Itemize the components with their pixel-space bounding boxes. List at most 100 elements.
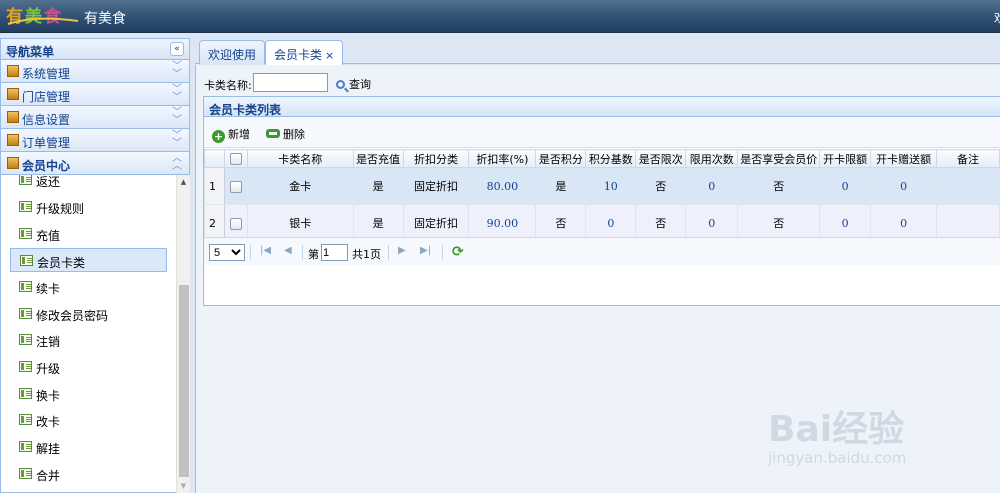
column-header[interactable]: 是否充值 xyxy=(352,149,404,168)
row-number: 1 xyxy=(204,167,225,205)
checkbox-icon xyxy=(229,217,242,230)
app-title: 有美食 xyxy=(84,11,126,27)
row-number: 2 xyxy=(204,204,225,242)
nav-item-label: 换卡 xyxy=(36,389,61,403)
last-page-icon[interactable]: ▶| xyxy=(420,245,431,256)
list-icon xyxy=(19,441,32,452)
table-cell: 90.00 xyxy=(468,204,537,242)
nav-item-replace-card[interactable]: 换卡 xyxy=(10,382,167,406)
checkbox-icon xyxy=(229,180,242,193)
nav-item-recharge[interactable]: 充值 xyxy=(10,222,167,246)
table-row[interactable]: 2 银卡 是 固定折扣 90.00 否 0 否 0 否 0 0 xyxy=(204,204,1000,242)
table-cell: 否 xyxy=(635,204,687,242)
column-header[interactable]: 限用次数 xyxy=(685,149,739,168)
chevron-down-icon[interactable]: ﹀ ﹀ xyxy=(172,62,182,80)
table-cell: 否 xyxy=(535,204,587,242)
delete-button[interactable]: 删除 xyxy=(266,126,305,142)
add-button[interactable]: + 新增 xyxy=(212,126,250,143)
nav-scrollbar[interactable]: ▲ ▼ xyxy=(176,175,190,493)
nav-item-upgrade[interactable]: 升级 xyxy=(10,355,167,379)
next-page-icon[interactable]: ▶ xyxy=(398,245,406,256)
checkbox-icon xyxy=(229,153,242,165)
row-number-header xyxy=(204,149,225,168)
chevron-up-icon[interactable]: ︿ ︿ xyxy=(172,154,182,172)
list-icon xyxy=(19,414,32,425)
column-header[interactable]: 开卡赠送额 xyxy=(870,149,938,168)
baidu-watermark: Bai经验 jingyan.baidu.com xyxy=(768,385,998,475)
nav-item-upgrade-rules[interactable]: 升级规则 xyxy=(10,195,167,219)
scroll-down-arrow-icon[interactable]: ▼ xyxy=(177,479,190,493)
nav-group-info[interactable]: 信息设置 ﹀ ﹀ xyxy=(1,106,189,129)
nav-panel: 导航菜单 « 系统管理 ﹀ ﹀ 门店管理 ﹀ ﹀ 信息设置 ﹀ ﹀ 订单管理 ﹀ ﹀ 会… xyxy=(0,38,190,493)
select-all-checkbox[interactable] xyxy=(223,149,248,168)
page-size-select[interactable]: 5 xyxy=(209,244,245,261)
chevron-down-icon[interactable]: ﹀ ﹀ xyxy=(172,131,182,149)
nav-group-label: 系统管理 xyxy=(22,67,71,81)
column-header[interactable]: 积分基数 xyxy=(585,149,637,168)
card-name-input[interactable] xyxy=(253,73,328,92)
folder-icon xyxy=(7,157,19,169)
svg-text:食: 食 xyxy=(44,6,62,27)
prev-page-icon[interactable]: ◀ xyxy=(284,245,292,256)
refresh-icon[interactable]: ⟳ xyxy=(452,245,466,259)
pager-divider xyxy=(302,245,303,260)
first-page-icon[interactable]: |◀ xyxy=(260,245,271,256)
column-header[interactable]: 折扣率(%) xyxy=(468,149,537,168)
table-cell xyxy=(936,204,1000,242)
grid-toolbar: + 新增 删除 xyxy=(204,117,1000,148)
table-header-row: 卡类名称 是否充值 折扣分类 折扣率(%) 是否积分 积分基数 是否限次 限用次… xyxy=(204,149,1000,168)
row-checkbox[interactable] xyxy=(223,204,248,242)
nav-item-return[interactable]: 返还 xyxy=(10,175,167,192)
search-button[interactable]: 查询 xyxy=(336,76,371,92)
nav-item-unfreeze[interactable]: 解挂 xyxy=(10,435,167,459)
pager-divider xyxy=(442,245,443,260)
row-checkbox[interactable] xyxy=(223,167,248,205)
column-header[interactable]: 是否限次 xyxy=(635,149,687,168)
column-header[interactable]: 是否积分 xyxy=(535,149,587,168)
column-header[interactable]: 备注 xyxy=(936,149,1000,168)
nav-item-label: 升级规则 xyxy=(36,202,85,216)
close-icon[interactable]: × xyxy=(325,49,334,62)
nav-group-order[interactable]: 订单管理 ﹀ ﹀ xyxy=(1,129,189,152)
table-cell: 金卡 xyxy=(246,167,354,205)
svg-text:美: 美 xyxy=(25,6,43,27)
column-header[interactable]: 卡类名称 xyxy=(246,149,354,168)
table-row[interactable]: 1 金卡 是 固定折扣 80.00 是 10 否 0 否 0 0 xyxy=(204,167,1000,205)
scroll-thumb[interactable] xyxy=(179,285,189,477)
logo: 有 美 食 xyxy=(6,6,79,27)
nav-item-renew[interactable]: 续卡 xyxy=(10,275,167,299)
nav-group-label: 门店管理 xyxy=(22,90,71,104)
table-cell: 银卡 xyxy=(246,204,354,242)
nav-item-cancel[interactable]: 注销 xyxy=(10,328,167,352)
nav-group-system[interactable]: 系统管理 ﹀ ﹀ xyxy=(1,60,189,83)
nav-item-label: 续卡 xyxy=(36,282,61,296)
nav-group-member[interactable]: 会员中心 ︿ ︿ xyxy=(1,152,189,175)
collapse-left-icon[interactable]: « xyxy=(170,42,184,56)
nav-group-store[interactable]: 门店管理 ﹀ ﹀ xyxy=(1,83,189,106)
scroll-up-arrow-icon[interactable]: ▲ xyxy=(177,175,190,189)
chevron-down-icon[interactable]: ﹀ ﹀ xyxy=(172,85,182,103)
table-cell: 否 xyxy=(737,204,821,242)
nav-group-label: 会员中心 xyxy=(22,159,71,173)
nav-item-modify-card[interactable]: 改卡 xyxy=(10,408,167,432)
chevron-down-icon[interactable]: ﹀ ﹀ xyxy=(172,108,182,126)
nav-item-card-types[interactable]: 会员卡类 xyxy=(10,248,167,272)
plus-icon: + xyxy=(212,130,225,143)
page-number-input[interactable] xyxy=(321,244,348,261)
folder-icon xyxy=(7,65,19,77)
nav-item-label: 会员卡类 xyxy=(37,256,86,270)
column-header[interactable]: 开卡限额 xyxy=(819,149,872,168)
table-cell: 0 xyxy=(685,167,739,205)
column-header[interactable]: 是否享受会员价 xyxy=(737,149,821,168)
table-cell: 否 xyxy=(635,167,687,205)
column-header[interactable]: 折扣分类 xyxy=(402,149,470,168)
list-icon xyxy=(19,228,32,239)
table-cell: 0 xyxy=(585,204,637,242)
nav-item-merge[interactable]: 合并 xyxy=(10,462,167,486)
nav-item-change-password[interactable]: 修改会员密码 xyxy=(10,302,167,326)
search-label: 卡类名称: xyxy=(204,79,252,92)
tab-welcome[interactable]: 欢迎使用 xyxy=(199,40,266,64)
list-icon xyxy=(19,468,32,479)
folder-icon xyxy=(7,88,19,100)
tab-card-types[interactable]: 会员卡类 × xyxy=(265,40,344,65)
